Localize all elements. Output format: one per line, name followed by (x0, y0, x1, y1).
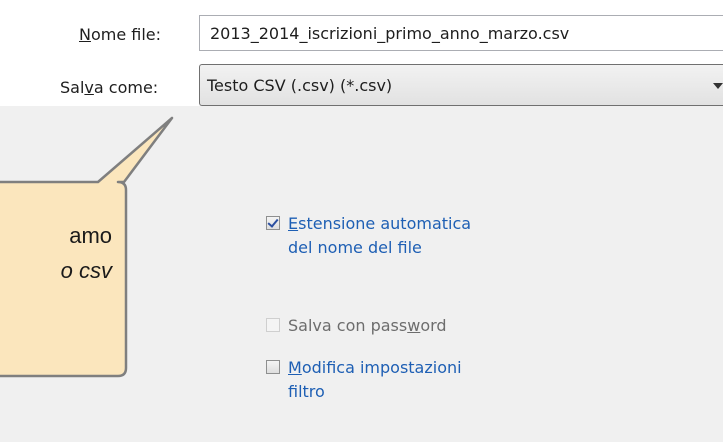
edit-filter-settings-accel: M (288, 358, 302, 377)
auto-extension-option[interactable]: Estensione automatica del nome del file (266, 212, 471, 260)
save-with-password-accel: w (407, 316, 421, 335)
auto-extension-line2: del nome del file (288, 238, 422, 257)
save-with-password-option: Salva con password (266, 314, 447, 338)
save-with-password-label: Salva con password (288, 314, 447, 338)
auto-extension-checkbox[interactable] (266, 216, 280, 230)
auto-extension-line1: stensione automatica (298, 214, 472, 233)
edit-filter-settings-option[interactable]: Modifica impostazioni filtro (266, 356, 462, 404)
callout-text-line2: o csv (60, 258, 112, 283)
save-dialog: Nome file: Salva come: Testo CSV (.csv) … (0, 0, 723, 442)
save-with-password-post: ord (420, 316, 447, 335)
edit-filter-settings-label[interactable]: Modifica impostazioni filtro (288, 356, 462, 404)
edit-filter-settings-line2: filtro (288, 382, 325, 401)
auto-extension-accel: E (288, 214, 299, 233)
auto-extension-label[interactable]: Estensione automatica del nome del file (288, 212, 471, 260)
callout-text-line1: amo (69, 223, 112, 248)
save-with-password-checkbox (266, 318, 280, 332)
save-with-password-pre: Salva con pass (288, 316, 408, 335)
edit-filter-settings-checkbox[interactable] (266, 360, 280, 374)
edit-filter-settings-line1: odifica impostazioni (301, 358, 462, 377)
